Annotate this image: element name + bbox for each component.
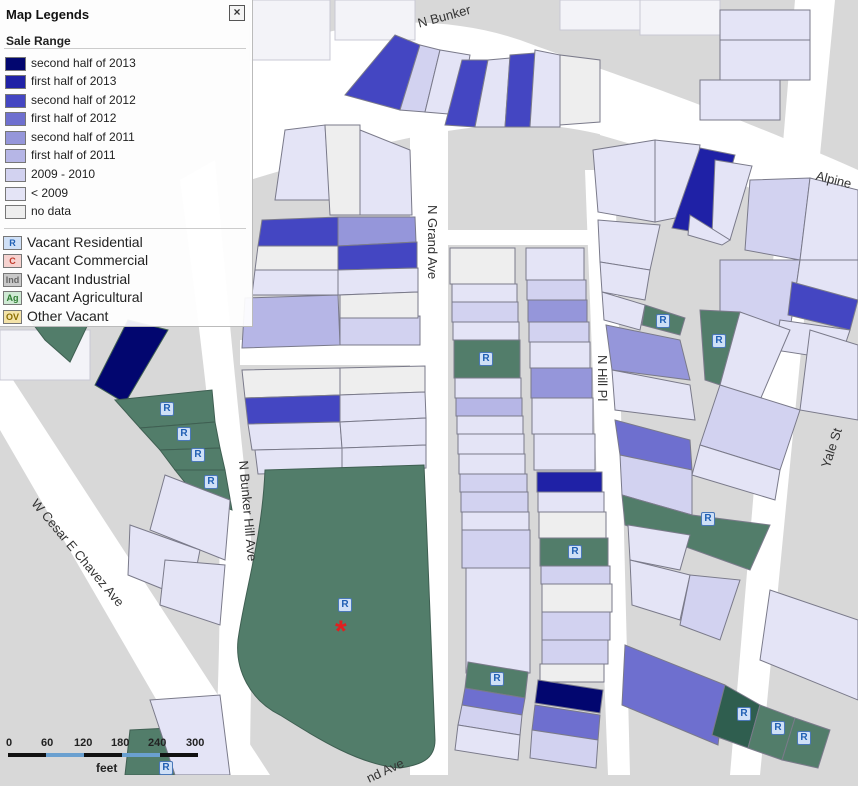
scale-segment [122, 753, 160, 757]
scale-tick: 0 [6, 737, 13, 749]
vacant-residential-icon: R [3, 236, 22, 250]
vacant-residential-marker[interactable]: R [712, 334, 726, 348]
map-legend-panel: Map Legends × Sale Range second half of … [0, 0, 253, 327]
legend-divider [4, 228, 246, 229]
legend-item-label: < 2009 [31, 186, 69, 200]
vacant-residential-marker[interactable]: R [191, 448, 205, 462]
vacant-industrial-icon: Ind [3, 273, 22, 287]
street-label-n-grand-ave: N Grand Ave [425, 205, 440, 280]
vacant-residential-marker[interactable]: R [701, 512, 715, 526]
other-vacant-icon: OV [3, 310, 22, 324]
swatch-icon [5, 168, 26, 182]
vacant-residential-marker[interactable]: R [204, 475, 218, 489]
legend-vacant-label: Other Vacant [27, 308, 109, 324]
swatch-icon [5, 94, 26, 108]
vacant-residential-marker[interactable]: R [177, 427, 191, 441]
vacant-residential-marker[interactable]: R [568, 545, 582, 559]
vacant-residential-marker[interactable]: R [737, 707, 751, 721]
legend-item-label: second half of 2013 [31, 56, 136, 70]
scale-tick: 240 [148, 737, 167, 749]
legend-divider [4, 48, 246, 49]
vacant-residential-marker[interactable]: R [338, 598, 352, 612]
vacant-residential-marker[interactable]: R [797, 731, 811, 745]
vacant-residential-marker[interactable]: R [656, 314, 670, 328]
legend-title: Map Legends [6, 7, 90, 22]
legend-vacant-label: Vacant Agricultural [27, 289, 143, 305]
vacant-residential-marker[interactable]: R [490, 672, 504, 686]
legend-item-label: no data [31, 204, 72, 218]
scale-tick: 60 [41, 737, 54, 749]
legend-vacant-label: Vacant Residential [27, 234, 143, 250]
swatch-icon [5, 205, 26, 219]
legend-item-label: 2009 - 2010 [31, 167, 96, 181]
swatch-icon [5, 75, 26, 89]
scale-segment [84, 753, 122, 757]
swatch-icon [5, 187, 26, 201]
vacant-commercial-icon: C [3, 254, 22, 268]
swatch-icon [5, 131, 26, 145]
legend-vacant-label: Vacant Commercial [27, 252, 149, 268]
legend-item-label: second half of 2012 [31, 93, 136, 107]
close-icon[interactable]: × [229, 5, 245, 21]
scale-tick: 180 [111, 737, 130, 749]
vacant-residential-marker[interactable]: R [479, 352, 493, 366]
scale-unit: feet [96, 761, 118, 775]
vacant-residential-marker[interactable]: R [771, 721, 785, 735]
scale-segment [160, 753, 198, 757]
legend-item-label: first half of 2011 [31, 148, 116, 162]
legend-subtitle: Sale Range [6, 34, 71, 48]
legend-vacant-label: Vacant Industrial [27, 271, 131, 287]
selected-location-marker: * [335, 615, 347, 648]
scale-segment [46, 753, 84, 757]
legend-item-label: first half of 2013 [31, 74, 117, 88]
swatch-icon [5, 112, 26, 126]
swatch-icon [5, 57, 26, 71]
vacant-agricultural-icon: Ag [3, 291, 22, 305]
scale-bar: 0 60 120 180 240 300 feet [6, 737, 211, 775]
legend-item-label: first half of 2012 [31, 111, 117, 125]
swatch-icon [5, 149, 26, 163]
scale-tick: 120 [74, 737, 93, 749]
scale-tick: 300 [186, 737, 205, 749]
legend-item-label: second half of 2011 [31, 130, 135, 144]
vacant-residential-marker[interactable]: R [160, 402, 174, 416]
street-label-n-hill-pl: N Hill Pl [595, 355, 610, 402]
scale-segment [8, 753, 46, 757]
